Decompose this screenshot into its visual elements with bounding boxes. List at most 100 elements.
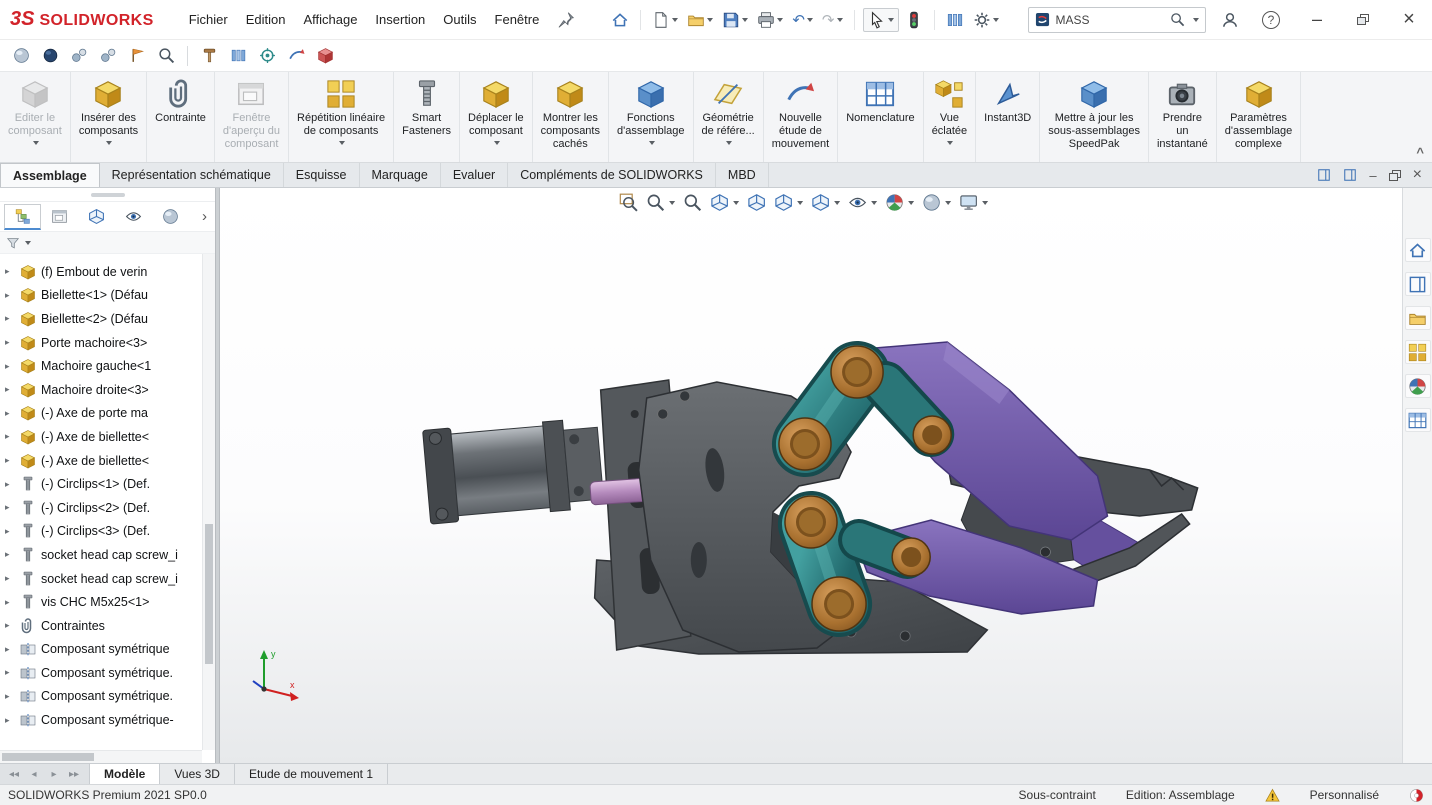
save-button[interactable] bbox=[719, 8, 751, 32]
appearances-icon[interactable] bbox=[1405, 374, 1431, 398]
tree-item[interactable]: socket head cap screw_i bbox=[0, 567, 202, 591]
menu-item[interactable]: Affichage bbox=[294, 7, 366, 32]
print-button[interactable] bbox=[754, 8, 786, 32]
menu-item[interactable]: Edition bbox=[237, 7, 295, 32]
hide-show-items-icon[interactable] bbox=[848, 193, 877, 212]
tree-item[interactable]: Biellette<1> (Défau bbox=[0, 284, 202, 308]
featuremanager-tab[interactable] bbox=[4, 204, 41, 230]
dropdown-caret-icon[interactable] bbox=[982, 201, 988, 205]
dropdown-caret-icon[interactable] bbox=[797, 201, 803, 205]
zoom-to-fit-icon[interactable] bbox=[619, 193, 638, 212]
display-style-icon[interactable] bbox=[811, 193, 840, 212]
tree-item[interactable]: Contraintes bbox=[0, 614, 202, 638]
expand-arrow-icon[interactable] bbox=[5, 526, 20, 537]
scrollbar-thumb[interactable] bbox=[205, 524, 213, 664]
expand-arrow-icon[interactable] bbox=[5, 431, 20, 442]
dropdown-caret-icon[interactable] bbox=[494, 141, 500, 145]
tree-item[interactable]: socket head cap screw_i bbox=[0, 543, 202, 567]
tree-item[interactable]: (f) Embout de verin bbox=[0, 260, 202, 284]
tree-item[interactable]: (-) Circlips<1> (Def. bbox=[0, 472, 202, 496]
magnifier-tool-icon[interactable] bbox=[153, 43, 179, 69]
first-tab-button[interactable]: ◂◂ bbox=[6, 769, 22, 780]
edit-appearance-icon[interactable] bbox=[885, 193, 914, 212]
design-library-icon[interactable] bbox=[1405, 272, 1431, 296]
last-tab-button[interactable]: ▸▸ bbox=[66, 769, 82, 780]
select-tool-button[interactable] bbox=[863, 8, 899, 32]
close-button[interactable] bbox=[1386, 0, 1432, 39]
instant3d-button[interactable]: Instant3D bbox=[976, 72, 1040, 162]
search-input[interactable]: MASS bbox=[1056, 13, 1164, 27]
reference-geometry-button[interactable]: Géométriede référe... bbox=[694, 72, 764, 162]
insert-components-button[interactable]: Insérer descomposants bbox=[71, 72, 147, 162]
redo-button[interactable]: ↷ bbox=[819, 8, 846, 32]
view-settings-icon[interactable] bbox=[959, 193, 988, 212]
dropdown-caret-icon[interactable] bbox=[947, 141, 953, 145]
search-icon[interactable] bbox=[1170, 12, 1185, 27]
expand-arrow-icon[interactable] bbox=[5, 408, 20, 419]
tree-vertical-scrollbar[interactable] bbox=[202, 254, 215, 750]
user-account-icon[interactable] bbox=[1218, 8, 1242, 32]
expand-arrow-icon[interactable] bbox=[5, 384, 20, 395]
component-preview-window-button[interactable]: Fenêtred'aperçu ducomposant bbox=[215, 72, 289, 162]
doc-close-button[interactable] bbox=[1413, 166, 1422, 184]
dynamic-annotation-icon[interactable] bbox=[747, 193, 766, 212]
bill-of-materials-button[interactable]: Nomenclature bbox=[838, 72, 923, 162]
expand-arrow-icon[interactable] bbox=[5, 361, 20, 372]
sphere-tool-icon[interactable] bbox=[8, 43, 34, 69]
menu-item[interactable]: Fenêtre bbox=[486, 7, 549, 32]
document-tab[interactable]: Etude de mouvement 1 bbox=[235, 764, 388, 784]
target-tool-icon[interactable] bbox=[254, 43, 280, 69]
command-tab[interactable]: Esquisse bbox=[284, 163, 360, 187]
apply-scene-icon[interactable] bbox=[922, 193, 951, 212]
units-selector[interactable]: Personnalisé bbox=[1310, 788, 1379, 802]
new-document-button[interactable] bbox=[649, 8, 681, 32]
mate-button[interactable]: Contrainte bbox=[147, 72, 215, 162]
pin-menu-icon[interactable] bbox=[554, 8, 578, 32]
tree-horizontal-scrollbar[interactable] bbox=[0, 750, 202, 763]
options-button[interactable] bbox=[970, 8, 1002, 32]
next-tab-button[interactable]: ▸ bbox=[46, 769, 62, 780]
tree-item[interactable]: (-) Circlips<2> (Def. bbox=[0, 496, 202, 520]
dropdown-caret-icon[interactable] bbox=[106, 141, 112, 145]
new-motion-study-button[interactable]: Nouvelleétude demouvement bbox=[764, 72, 838, 162]
command-tab[interactable]: MBD bbox=[716, 163, 769, 187]
search-box[interactable]: MASS bbox=[1028, 7, 1206, 33]
undo-button[interactable]: ↶ bbox=[789, 8, 816, 32]
assembly-features-button[interactable]: Fonctionsd'assemblage bbox=[609, 72, 694, 162]
dropdown-caret-icon[interactable] bbox=[339, 141, 345, 145]
graphics-area[interactable]: y x bbox=[220, 188, 1402, 763]
previous-tab-button[interactable]: ◂ bbox=[26, 769, 42, 780]
document-tab[interactable]: Vues 3D bbox=[160, 764, 235, 784]
dropdown-caret-icon[interactable] bbox=[834, 201, 840, 205]
large-assembly-settings-button[interactable]: Paramètresd'assemblagecomplexe bbox=[1217, 72, 1302, 162]
configurationmanager-tab[interactable] bbox=[78, 204, 115, 230]
dropdown-caret-icon[interactable] bbox=[726, 141, 732, 145]
tree-item[interactable]: Biellette<2> (Défau bbox=[0, 307, 202, 331]
home-button[interactable] bbox=[608, 8, 632, 32]
expand-arrow-icon[interactable] bbox=[5, 502, 20, 513]
tree-item[interactable]: Porte machoire<3> bbox=[0, 331, 202, 355]
tree-item[interactable]: (-) Axe de biellette< bbox=[0, 449, 202, 473]
linear-component-pattern-button[interactable]: Répétition linéairede composants bbox=[289, 72, 394, 162]
menu-item[interactable]: Fichier bbox=[180, 7, 237, 32]
propertymanager-tab[interactable] bbox=[41, 204, 78, 230]
tree-item[interactable]: (-) Axe de biellette< bbox=[0, 425, 202, 449]
smart-fasteners-button[interactable]: SmartFasteners bbox=[394, 72, 460, 162]
dropdown-caret-icon[interactable] bbox=[945, 201, 951, 205]
expand-arrow-icon[interactable] bbox=[5, 337, 20, 348]
doc-minimize-button[interactable] bbox=[1369, 168, 1376, 183]
command-tab[interactable]: Compléments de SOLIDWORKS bbox=[508, 163, 716, 187]
tree-item[interactable]: Machoire gauche<1 bbox=[0, 354, 202, 378]
expand-panel-icon[interactable]: › bbox=[198, 208, 211, 225]
document-tab[interactable]: Modèle bbox=[90, 764, 160, 784]
expand-arrow-icon[interactable] bbox=[5, 644, 20, 655]
splitter-grip[interactable] bbox=[91, 193, 125, 197]
dropdown-caret-icon[interactable] bbox=[669, 201, 675, 205]
tree-item[interactable]: Composant symétrique. bbox=[0, 685, 202, 709]
columns-tool-icon[interactable] bbox=[225, 43, 251, 69]
take-snapshot-button[interactable]: Prendreuninstantané bbox=[1149, 72, 1217, 162]
custom-properties-icon[interactable] bbox=[1405, 408, 1431, 432]
filter-funnel-icon[interactable] bbox=[6, 236, 20, 250]
pane-layout-2-icon[interactable] bbox=[1343, 168, 1357, 182]
pin-bolt-tool-icon[interactable] bbox=[196, 43, 222, 69]
